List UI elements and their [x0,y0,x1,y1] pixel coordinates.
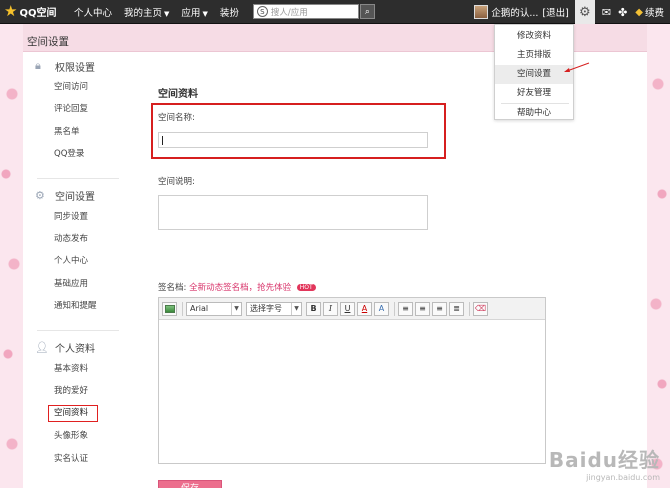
sidebar-item-basic-apps[interactable]: 基础应用 [23,273,133,295]
font-color-button[interactable]: A [357,301,372,316]
space-desc-label: 空间说明: [158,177,195,187]
space-name-label: 空间名称: [158,113,195,123]
sidebar-item-blacklist[interactable]: 黑名单 [23,121,133,143]
font-size-select[interactable]: 选择字号 ▼ [246,301,302,316]
hot-badge: HOT [296,284,316,291]
signature-editor: Arial ▼ 选择字号 ▼ B I U A A ≡ ≡ ≡ ≣ ⌫ [158,297,546,464]
avatar[interactable] [474,5,489,19]
star-logo-icon: ★ [4,2,18,20]
mail-icon[interactable]: ✉ [602,6,611,19]
bold-button[interactable]: B [306,301,321,316]
qzone-logo[interactable]: ★ QQ空间 [4,2,68,20]
settings-sidebar: 🔒︎ 权限设置 空间访问 评论回复 黑名单 QQ登录 ⚙ 空间设置 同步设置 动… [23,52,133,488]
sidebar-item-basic-info[interactable]: 基本资料 [23,358,133,380]
dynamic-signature-link[interactable]: 全新动态签名档，抢先体验 [189,283,291,293]
editor-body[interactable] [159,320,545,463]
caret-down-icon: ▼ [164,9,170,18]
sidebar-divider [37,329,119,331]
underline-button[interactable]: U [340,301,355,316]
sidebar-group-permissions[interactable]: 🔒︎ 权限设置 [23,56,133,76]
image-icon [164,304,175,313]
text-cursor [162,136,163,145]
search-input[interactable]: S 搜人/应用 [252,4,359,19]
align-right-icon: ≡ [436,304,443,313]
sidebar-item-hobbies[interactable]: 我的爱好 [23,380,133,402]
space-desc-input[interactable] [158,195,428,230]
nav-decorate[interactable]: 装扮 [214,5,245,19]
logout-link[interactable]: [退出] [542,5,568,19]
sidebar-item-feed-publish[interactable]: 动态发布 [23,228,133,250]
sidebar-item-avatar[interactable]: 头像形象 [23,425,133,447]
space-name-input[interactable] [158,132,428,148]
chevron-down-icon: ▼ [231,302,241,315]
lock-icon: 🔒︎ [35,59,41,72]
vip-renew[interactable]: ◆ 续费 [635,5,664,20]
caret-down-icon: ▼ [202,9,208,18]
sidebar-item-sync[interactable]: 同步设置 [23,206,133,228]
align-center-icon: ≡ [419,304,426,313]
sidebar-item-comment-reply[interactable]: 评论回复 [23,98,133,120]
search-icon: ⌕ [364,6,370,17]
menu-item-friends[interactable]: 好友管理 [495,84,573,103]
search-button[interactable]: ⌕ [359,4,375,19]
sidebar-group-profile[interactable]: 👤︎ 个人资料 [23,338,133,358]
align-right-button[interactable]: ≡ [432,301,447,316]
settings-gear-button[interactable]: ⚙ [574,0,595,24]
nav-my-homepage[interactable]: 我的主页 ▼ [118,5,175,19]
diamond-icon: ◆ [635,6,643,18]
sidebar-item-notifications[interactable]: 通知和提醒 [23,295,133,317]
eraser-icon: ⌫ [474,304,487,313]
gear-icon: ⚙ [579,4,591,20]
sidebar-item-real-name[interactable]: 实名认证 [23,448,133,470]
menu-item-help[interactable]: 帮助中心 [495,104,573,123]
chevron-down-icon: ▼ [291,302,301,315]
font-family-select[interactable]: Arial ▼ [186,301,242,316]
section-title: 空间资料 [158,89,198,100]
search-s-icon: S [256,6,268,17]
nav-apps[interactable]: 应用 ▼ [175,5,213,19]
italic-button[interactable]: I [323,301,338,316]
name-field-highlight [151,103,446,159]
sidebar-item-qq-login[interactable]: QQ登录 [23,143,133,165]
toolbar-divider [394,301,395,316]
sidebar-divider [37,177,119,179]
red-annotation-arrow [564,62,590,72]
user-icon: 👤︎ [35,341,49,355]
align-center-button[interactable]: ≡ [415,301,430,316]
username[interactable]: 企鹅的认... [491,5,538,19]
eraser-button[interactable]: ⌫ [473,301,488,316]
toolbar-divider [182,301,183,316]
menu-item-edit-profile[interactable]: 修改资料 [495,27,573,46]
insert-image-button[interactable] [162,301,177,316]
save-button[interactable]: 保存 [158,480,222,488]
editor-toolbar: Arial ▼ 选择字号 ▼ B I U A A ≡ ≡ ≡ ≣ ⌫ [159,298,545,320]
align-justify-icon: ≣ [453,304,460,313]
align-justify-button[interactable]: ≣ [449,301,464,316]
sidebar-item-space-profile[interactable]: 空间资料 [48,405,98,423]
settings-icon: ⚙ [35,189,45,203]
highlight-color-button[interactable]: A [374,301,389,316]
signature-label-row: 签名档: 全新动态签名档，抢先体验 HOT [158,281,316,293]
sidebar-item-personal-center[interactable]: 个人中心 [23,250,133,272]
top-navigation-bar: ★ QQ空间 个人中心 我的主页 ▼ 应用 ▼ 装扮 S 搜人/应用 ⌕ 企鹅的认.… [0,0,670,24]
sidebar-group-space-settings[interactable]: ⚙ 空间设置 [23,186,133,206]
align-left-icon: ≡ [402,304,409,313]
clover-icon[interactable]: ✤ [618,6,627,19]
align-left-button[interactable]: ≡ [398,301,413,316]
nav-personal-center[interactable]: 个人中心 [68,5,118,19]
toolbar-divider [469,301,470,316]
baidu-watermark: Baidu经验 jingyan.baidu.com [548,448,660,482]
sidebar-item-space-access[interactable]: 空间访问 [23,76,133,98]
